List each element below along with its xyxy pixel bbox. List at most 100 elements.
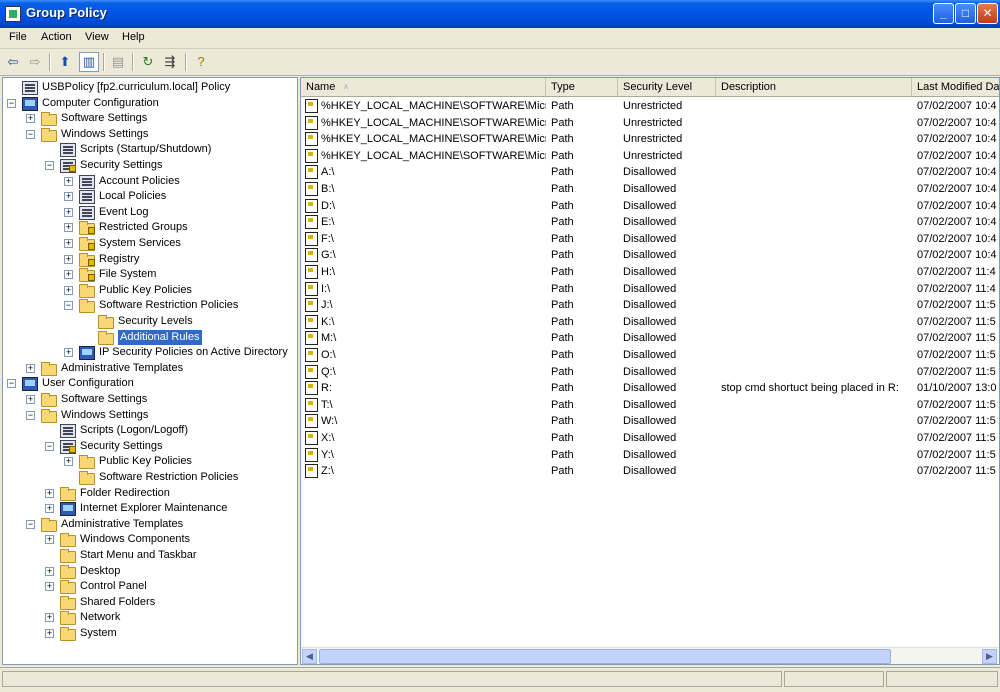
list-row[interactable]: M:\ Path Disallowed 07/02/2007 11:5 [301,330,999,346]
tree-item-label[interactable]: Start Menu and Taskbar [80,548,197,563]
tree-item-label[interactable]: User Configuration [42,376,134,391]
expand-icon[interactable]: + [45,582,54,591]
details-list[interactable]: Name ∧ Type Security Level Description La… [300,77,1000,665]
tree-item-label[interactable]: Restricted Groups [99,220,188,235]
expand-icon[interactable]: + [45,567,54,576]
delete-icon[interactable]: ▤ [108,52,128,72]
expand-icon[interactable]: + [45,489,54,498]
menu-file[interactable]: File [9,31,27,43]
expand-icon[interactable]: + [64,457,73,466]
expand-icon[interactable]: + [26,364,35,373]
expand-icon[interactable]: + [64,223,73,232]
collapse-icon[interactable]: − [7,379,16,388]
tree-item-label[interactable]: Public Key Policies [99,283,192,298]
list-row[interactable]: %HKEY_LOCAL_MACHINE\SOFTWARE\Micro... Pat… [301,115,999,131]
expand-icon[interactable]: + [45,504,54,513]
scroll-right-icon[interactable]: ▶ [982,649,997,664]
tree-item-label[interactable]: File System [99,267,156,282]
tree-item-label[interactable]: Internet Explorer Maintenance [80,501,227,516]
minimize-button[interactable]: _ [933,3,954,24]
column-description[interactable]: Description [716,78,912,96]
tree-item-label[interactable]: Desktop [80,564,120,579]
list-row[interactable]: Z:\ Path Disallowed 07/02/2007 11:5 [301,463,999,479]
menu-action[interactable]: Action [41,31,72,43]
tree-item-label[interactable]: Software Settings [61,111,147,126]
expand-icon[interactable]: + [64,177,73,186]
list-row[interactable]: D:\ Path Disallowed 07/02/2007 10:4 [301,198,999,214]
list-row[interactable]: J:\ Path Disallowed 07/02/2007 11:5 [301,297,999,313]
tree-item-label[interactable]: Windows Settings [61,408,148,423]
menu-view[interactable]: View [85,31,109,43]
tree-item-label[interactable]: Event Log [99,205,149,220]
tree-item-label[interactable]: Network [80,610,120,625]
title-bar[interactable]: Group Policy _ □ ✕ [0,0,1000,28]
expand-icon[interactable]: + [64,192,73,201]
list-row[interactable]: K:\ Path Disallowed 07/02/2007 11:5 [301,314,999,330]
list-row[interactable]: O:\ Path Disallowed 07/02/2007 11:5 [301,347,999,363]
tree-item-label[interactable]: Folder Redirection [80,486,170,501]
tree-item-label[interactable]: USBPolicy [fp2.curriculum.local] Policy [42,80,230,95]
expand-icon[interactable]: + [45,613,54,622]
list-row[interactable]: T:\ Path Disallowed 07/02/2007 11:5 [301,397,999,413]
list-row[interactable]: Q:\ Path Disallowed 07/02/2007 11:5 [301,364,999,380]
expand-icon[interactable]: + [64,255,73,264]
tree-item-label[interactable]: Control Panel [80,579,147,594]
expand-icon[interactable]: + [64,208,73,217]
tree-item-label[interactable]: Account Policies [99,174,180,189]
tree-item-label[interactable]: Software Settings [61,392,147,407]
expand-icon[interactable]: + [64,286,73,295]
list-row[interactable]: %HKEY_LOCAL_MACHINE\SOFTWARE\Micro... Pat… [301,148,999,164]
collapse-icon[interactable]: − [64,301,73,310]
tree-item-label[interactable]: Security Settings [80,439,163,454]
scroll-left-icon[interactable]: ◀ [302,649,317,664]
list-row[interactable]: Y:\ Path Disallowed 07/02/2007 11:5 [301,447,999,463]
tree-item-label[interactable]: Additional Rules [118,330,202,345]
list-row[interactable]: G:\ Path Disallowed 07/02/2007 10:4 [301,247,999,263]
collapse-icon[interactable]: − [7,99,16,108]
tree-item-label[interactable]: IP Security Policies on Active Directory [99,345,288,360]
expand-icon[interactable]: + [45,629,54,638]
forward-arrow-icon[interactable]: ⇨ [25,52,45,72]
tree-item-label[interactable]: Windows Components [80,532,190,547]
back-arrow-icon[interactable]: ⇦ [3,52,23,72]
collapse-icon[interactable]: − [26,411,35,420]
collapse-icon[interactable]: − [45,161,54,170]
list-row[interactable]: X:\ Path Disallowed 07/02/2007 11:5 [301,430,999,446]
tree-item-label[interactable]: Shared Folders [80,595,155,610]
tree-item-label[interactable]: Windows Settings [61,127,148,142]
export-list-icon[interactable]: ⇶ [160,52,180,72]
expand-icon[interactable]: + [26,114,35,123]
tree-item-label[interactable]: Software Restriction Policies [99,298,238,313]
expand-icon[interactable]: + [64,270,73,279]
tree-item-label[interactable]: System Services [99,236,181,251]
horizontal-scrollbar[interactable]: ◀ ▶ [301,647,999,664]
tree-item-label[interactable]: Administrative Templates [61,517,183,532]
tree-item-label[interactable]: System [80,626,117,641]
tree-item-label[interactable]: Security Levels [118,314,193,329]
list-row[interactable]: H:\ Path Disallowed 07/02/2007 11:4 [301,264,999,280]
column-name[interactable]: Name ∧ [301,78,546,96]
list-row[interactable]: W:\ Path Disallowed 07/02/2007 11:5 [301,413,999,429]
list-row[interactable]: %HKEY_LOCAL_MACHINE\SOFTWARE\Micro... Pat… [301,98,999,114]
maximize-button[interactable]: □ [955,3,976,24]
tree-item-label[interactable]: Computer Configuration [42,96,159,111]
refresh-icon[interactable]: ↻ [138,52,158,72]
tree-item-label[interactable]: Scripts (Logon/Logoff) [80,423,188,438]
collapse-icon[interactable]: − [45,442,54,451]
up-folder-icon[interactable]: ⬆ [55,52,75,72]
tree-item-label[interactable]: Software Restriction Policies [99,470,238,485]
list-row[interactable]: B:\ Path Disallowed 07/02/2007 10:4 [301,181,999,197]
tree-item-label[interactable]: Local Policies [99,189,166,204]
tree-item-label[interactable]: Public Key Policies [99,454,192,469]
console-tree[interactable]: USBPolicy [fp2.curriculum.local] Policy −… [2,77,298,665]
expand-icon[interactable]: + [45,535,54,544]
scroll-thumb[interactable] [319,649,891,664]
list-row[interactable]: R: Path Disallowed stop cmd shortuct being … [301,380,999,396]
list-row[interactable]: %HKEY_LOCAL_MACHINE\SOFTWARE\Micro... Pat… [301,131,999,147]
list-row[interactable]: F:\ Path Disallowed 07/02/2007 10:4 [301,231,999,247]
show-hide-tree-icon[interactable]: ▥ [79,52,99,72]
column-type[interactable]: Type [546,78,618,96]
close-button[interactable]: ✕ [977,3,998,24]
tree-item-label[interactable]: Scripts (Startup/Shutdown) [80,142,211,157]
expand-icon[interactable]: + [64,348,73,357]
